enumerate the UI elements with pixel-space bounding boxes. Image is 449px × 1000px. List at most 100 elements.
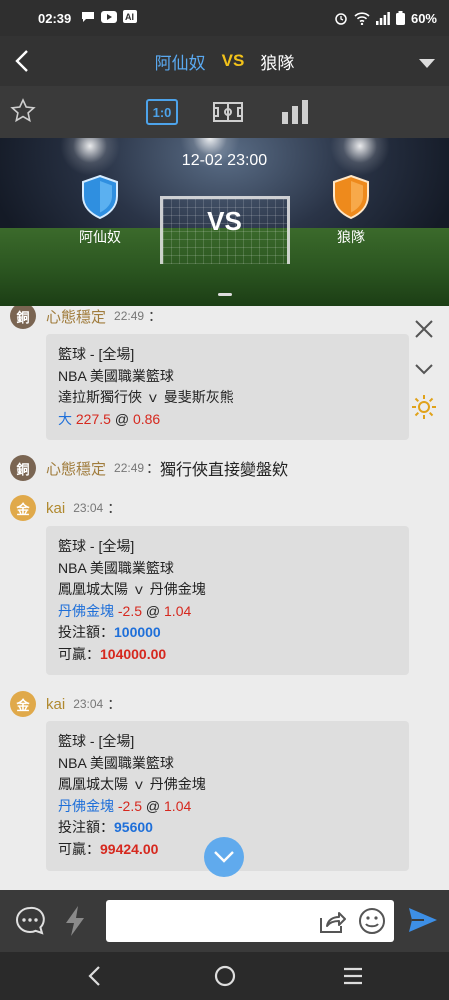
bet-league: NBA 美國職業籃球 [58,367,174,384]
username[interactable]: 心態穩定 [46,306,106,327]
bet-win-row: 可贏：104000.00 [58,644,397,666]
bet-odds: 1.04 [164,797,192,814]
bet-match: 鳳凰城太陽 ｖ 丹佛金塊 [58,581,206,597]
close-button[interactable] [411,316,437,342]
shield-icon [333,174,369,220]
svg-text:AI: AI [125,12,134,22]
bet-card[interactable]: 籃球 - [全場] NBA 美國職業籃球 鳳凰城太陽 ｖ 丹佛金塊 丹佛金塊 -… [46,526,409,675]
bet-stake: 100000 [114,624,161,640]
bet-at: @ [145,602,161,619]
lightning-icon [66,906,84,936]
chat-area[interactable]: 銅 心態穩定 22:49 ： 籃球 - [全場] NBA 美國職業籃球 達拉斯獨… [0,306,449,890]
bet-stake-label: 投注額： [58,624,114,640]
bet-sport: 籃球 - [全場] [58,538,135,554]
message-header: 金 kai 23:04 ： [10,691,121,717]
bet-stake-row: 投注額：100000 [58,622,397,644]
header-home-team: 阿仙奴 [154,53,206,73]
bet-match: 達拉斯獨行俠 ｖ 曼斐斯灰熊 [58,389,234,405]
bet-stake-row: 投注額：95600 [58,817,397,839]
chat-bubble-icon [81,11,95,26]
ai-icon: AI [123,10,138,26]
bet-pick: 丹佛金塊 [58,797,114,814]
bet-line: -2.5 [117,602,143,619]
bet-win-label: 可贏： [58,645,100,662]
message-header: 銅 心態穩定 22:49 ： [10,306,162,329]
message-input[interactable] [106,900,394,942]
header-away-team: 狼隊 [260,53,295,73]
avatar[interactable]: 金 [10,691,36,717]
match-banner: 12-02 23:00 阿仙奴 VS 狼隊 [0,138,449,306]
share-bet-button[interactable] [318,910,346,939]
username[interactable]: kai [46,500,65,517]
sun-icon [412,395,436,419]
chevron-left-icon [88,966,100,986]
match-toolbar: 1:0 [0,86,449,138]
close-icon [415,320,433,338]
username[interactable]: 心態穩定 [46,458,106,479]
collapse-button[interactable] [411,356,437,382]
message-colon: ： [107,500,122,516]
header-dropdown[interactable] [419,56,435,74]
message-time: 22:49 [114,309,145,323]
bet-win: 99424.00 [100,840,159,857]
message-header: 銅 心態穩定 22:49 ： 獨行俠直接變盤欸 [10,455,288,481]
bet-league: NBA 美國職業籃球 [58,754,174,771]
emoji-button[interactable] [358,907,386,940]
bet-pick-line: 大 227.5 @ 0.86 [58,409,397,431]
chat-mode-button[interactable] [14,905,46,942]
status-bar: 02:39 AI 60% [0,0,449,36]
scroll-to-bottom-button[interactable] [204,837,244,877]
bet-odds: 1.04 [164,602,192,619]
tab-stats[interactable] [280,96,310,128]
message-colon: ： [107,696,122,712]
bet-stake-label: 投注額： [58,819,114,835]
banner-page-indicator [0,293,449,296]
avatar[interactable]: 金 [10,495,36,521]
send-icon [409,908,437,932]
bet-at: @ [114,410,130,427]
circle-home-icon [214,965,236,987]
chevron-down-icon [415,364,433,375]
message-colon: ： [148,308,163,324]
bet-stake: 95600 [114,819,153,835]
status-right: 60% [334,11,437,26]
brightness-button[interactable] [411,394,437,420]
menu-lines-icon [344,967,362,985]
bet-pick: 丹佛金塊 [58,602,114,619]
quick-action-button[interactable] [64,905,86,942]
youtube-icon [101,10,118,26]
away-team-block: 狼隊 [311,174,391,247]
bet-line: 227.5 [75,410,111,427]
message-time: 23:04 [73,697,104,711]
message-text: 獨行俠直接變盤欸 [160,462,289,479]
caret-down-icon [419,59,435,68]
bet-sport: 籃球 - [全場] [58,733,135,749]
tab-score[interactable]: 1:0 [146,99,178,125]
nav-back-button[interactable] [86,964,104,993]
system-nav-bar [0,952,449,1000]
avatar[interactable]: 銅 [10,455,36,481]
avatar[interactable]: 銅 [10,306,36,329]
match-datetime: 12-02 23:00 [181,152,268,169]
message-colon: ： [146,460,161,476]
nav-home-button[interactable] [213,964,237,993]
star-icon [10,98,36,123]
chat-bubble-icon [16,906,45,935]
share-icon [320,912,346,933]
bet-card[interactable]: 籃球 - [全場] NBA 美國職業籃球 達拉斯獨行俠 ｖ 曼斐斯灰熊 大 22… [46,334,409,440]
bet-line: -2.5 [117,797,143,814]
bet-odds: 0.86 [132,410,161,427]
bet-league: NBA 美國職業籃球 [58,559,174,576]
match-header: 阿仙奴 VS 狼隊 [0,36,449,86]
header-vs: VS [221,51,245,70]
favorite-button[interactable] [10,98,36,129]
nav-recents-button[interactable] [341,964,365,993]
battery-icon [395,11,405,25]
message-time: 22:49 [114,461,145,475]
username[interactable]: kai [46,696,65,713]
alarm-icon [335,13,347,25]
send-button[interactable] [408,907,438,938]
bar-chart-icon [282,100,308,124]
tab-field[interactable] [212,96,244,128]
smiley-icon [359,908,385,934]
